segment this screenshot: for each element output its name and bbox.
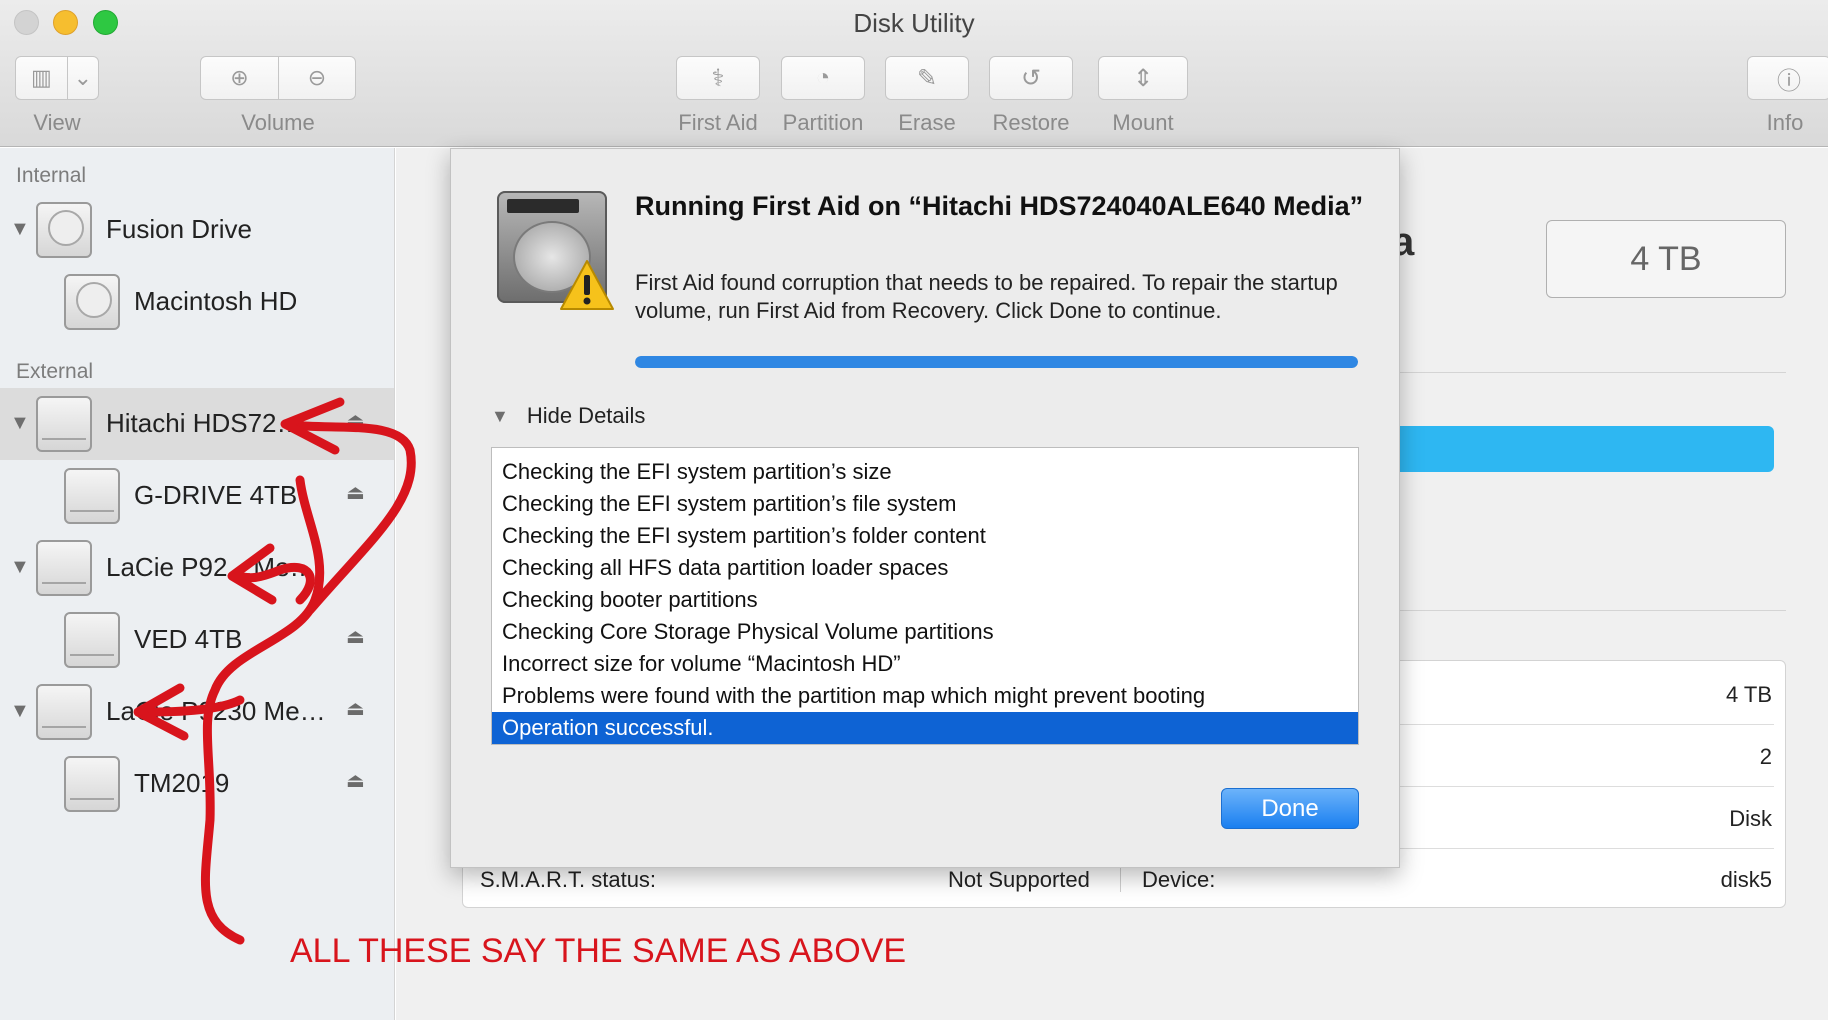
annotation-text: ALL THESE SAY THE SAME AS ABOVE bbox=[290, 932, 907, 970]
annotation-arrows bbox=[133, 397, 416, 945]
